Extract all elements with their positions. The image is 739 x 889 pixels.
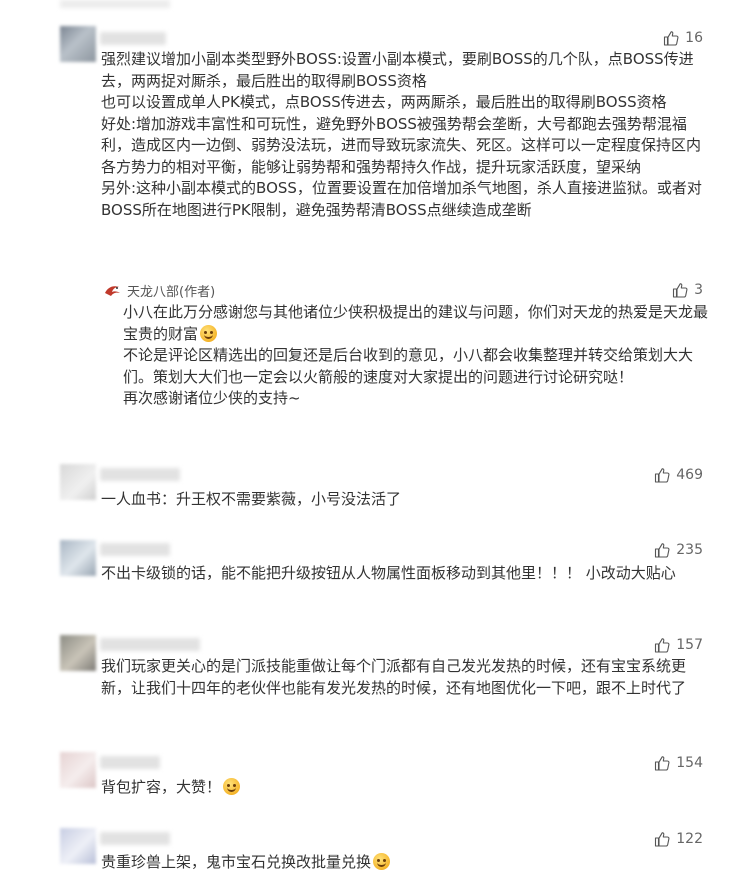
comment-text: 一人血书：升王权不需要紫薇，小号没法活了 — [101, 490, 402, 508]
comment-text: 我们玩家更关心的是门派技能重做让每个门派都有自己发光发热的时候，还有宝宝系统更新… — [101, 657, 687, 697]
like-count: 154 — [676, 755, 703, 771]
like-count: 3 — [694, 282, 703, 298]
reply-paragraph: 小八在此万分感谢您与其他诸位少侠积极提出的建议与问题，你们对天龙的热爱是天龙最宝… — [123, 302, 710, 345]
avatar[interactable] — [60, 464, 96, 500]
thumbs-up-icon — [673, 283, 688, 298]
like-button[interactable]: 469 — [654, 465, 703, 485]
avatar[interactable] — [60, 828, 96, 864]
like-count: 122 — [676, 831, 703, 847]
comment-paragraph: 强烈建议增加小副本类型野外BOSS:设置小副本模式，要刷BOSS的几个队，点BO… — [101, 50, 694, 90]
reply-author[interactable]: 天龙八部(作者) — [104, 281, 215, 300]
thumbs-up-icon — [655, 832, 670, 847]
like-count: 16 — [685, 30, 703, 46]
username[interactable] — [100, 32, 166, 45]
thumbs-up-icon — [655, 638, 670, 653]
smile-emoji — [373, 853, 391, 870]
like-count: 235 — [676, 542, 703, 558]
thumbs-up-icon — [664, 31, 679, 46]
username[interactable] — [100, 468, 180, 481]
like-button[interactable]: 157 — [654, 635, 703, 655]
reply-paragraph: 再次感谢诸位少侠的支持~ — [123, 389, 301, 407]
like-button[interactable]: 122 — [654, 829, 703, 849]
reply-author-name: 天龙八部(作者) — [127, 285, 216, 300]
smile-emoji — [200, 324, 218, 342]
like-button[interactable]: 3 — [672, 280, 703, 300]
comment-text-body: 背包扩容，大赞！ — [101, 778, 222, 796]
comment-paragraph: 也可以设置成单人PK模式，点BOSS传进去，两两厮杀，最后胜出的取得刷BOSS资… — [101, 93, 667, 111]
avatar[interactable] — [60, 540, 96, 576]
comment-text: 不出卡级锁的话，能不能把升级按钮从人物属性面板移动到其他里！！！ 小改动大贴心 — [101, 564, 676, 582]
like-button[interactable]: 235 — [654, 540, 703, 560]
thumbs-up-icon — [655, 468, 670, 483]
username[interactable] — [100, 638, 200, 651]
comment-paragraph: 另外:这种小副本模式的BOSS，位置要设置在加倍增加杀气地图，杀人直接进监狱。或… — [101, 179, 702, 219]
comment-text: 贵重珍兽上架，鬼市宝石兑换改批量兑换 — [101, 852, 704, 874]
like-count: 157 — [676, 637, 703, 653]
comment-text: 强烈建议增加小副本类型野外BOSS:设置小副本模式，要刷BOSS的几个队，点BO… — [101, 49, 704, 221]
reply-paragraph: 不论是评论区精选出的回复还是后台收到的意见，小八都会收集整理并转交给策划大大们。… — [123, 346, 694, 386]
username[interactable] — [100, 756, 160, 769]
thumbs-up-icon — [655, 543, 670, 558]
comment-text: 背包扩容，大赞！ — [101, 777, 704, 799]
thumbs-up-icon — [655, 756, 670, 771]
like-button[interactable]: 154 — [654, 753, 703, 773]
avatar[interactable] — [60, 26, 96, 62]
username[interactable] — [100, 832, 170, 845]
like-button[interactable]: 16 — [663, 28, 703, 48]
username[interactable] — [100, 543, 170, 556]
smile-emoji — [223, 778, 241, 795]
comment-paragraph: 好处:增加游戏丰富性和可玩性，避免野外BOSS被强势帮会垄断，大号都跑去强势帮混… — [101, 114, 702, 176]
comment-text-body: 贵重珍兽上架，鬼市宝石兑换改批量兑换 — [101, 853, 372, 871]
avatar[interactable] — [60, 635, 96, 671]
like-count: 469 — [676, 467, 703, 483]
avatar[interactable] — [60, 752, 96, 788]
reply-text: 小八在此万分感谢您与其他诸位少侠积极提出的建议与问题，你们对天龙的热爱是天龙最宝… — [123, 302, 710, 410]
tianlong-logo-icon — [105, 285, 120, 296]
cropped-previous-comment — [60, 0, 170, 8]
